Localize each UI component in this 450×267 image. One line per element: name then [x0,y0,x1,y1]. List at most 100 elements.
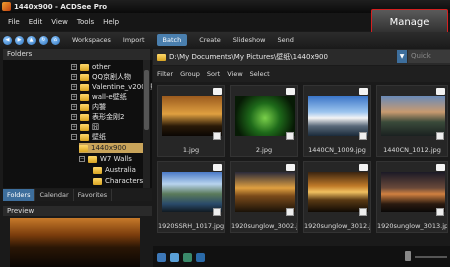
image-type-icon [436,164,445,171]
refresh-icon[interactable]: ↻ [39,35,48,45]
path-field[interactable]: D:\My Documents\My Pictures\壁纸\1440x900 [169,52,328,62]
expand-icon[interactable]: + [71,124,77,130]
slideshow-menu[interactable]: Slideshow [233,36,266,44]
tab-calendar[interactable]: Calendar [35,189,74,201]
workspaces-menu[interactable]: Workspaces [72,36,111,44]
tab-favorites[interactable]: Favorites [74,189,113,201]
forward-icon[interactable]: ▶ [15,35,24,45]
select-checkbox[interactable] [359,132,367,140]
file-thumbnail[interactable]: 1.jpg [157,85,225,157]
file-name: 1920sunglow_3013.jpg [377,222,447,230]
tree-item-label: W7 Walls [100,155,132,163]
folder-icon [80,83,89,91]
create-menu[interactable]: Create [199,36,221,44]
expand-icon[interactable]: + [71,104,77,110]
tree-item[interactable]: + 内饕 [71,102,106,112]
folder-icon [157,53,166,61]
collapse-icon[interactable]: − [71,134,77,140]
tree-item[interactable]: Characters [93,176,143,186]
file-thumbnail[interactable]: 1920SSRH_1017.jpg [157,161,225,233]
quick-search-input[interactable]: Quick Searc [408,50,450,73]
tree-scroll-thumb[interactable] [144,70,149,130]
tree-item[interactable]: − W7 Walls [79,154,132,164]
path-dropdown-icon[interactable]: ▼ [397,50,407,63]
expand-icon[interactable]: + [71,74,77,80]
menu-file[interactable]: File [8,18,20,26]
preview-panel-title: Preview [3,206,152,216]
status-bar [153,246,450,267]
file-thumbnail[interactable]: 2.jpg [230,85,298,157]
thumbnail-image [381,172,445,212]
folder-icon [79,144,88,152]
folder-icon [93,166,102,174]
select-checkbox[interactable] [359,208,367,216]
menu-help[interactable]: Help [103,18,119,26]
image-type-icon [436,88,445,95]
tree-item-label: wall-e壁纸 [92,93,127,101]
image-type-icon [286,88,295,95]
select-menu[interactable]: Select [250,70,270,78]
menu-view[interactable]: View [51,18,68,26]
view-menu[interactable]: View [227,70,242,78]
file-thumbnail[interactable]: 1920sunglow_3002.jpg [230,161,298,233]
folder-icon [80,93,89,101]
tree-item[interactable]: Australia [93,165,136,175]
tree-item-label: other [92,63,111,71]
select-checkbox[interactable] [213,132,221,140]
menu-tools[interactable]: Tools [77,18,94,26]
tree-item-label: Characters [105,177,144,185]
file-name: 1920sunglow_3002.jpg [231,222,297,230]
file-thumbnail[interactable]: 1920sunglow_3013.jpg [376,161,448,233]
view-mode-icon[interactable] [157,253,166,262]
select-checkbox[interactable] [286,208,294,216]
file-thumbnail[interactable]: 1920sunglow_3012.jpg [303,161,371,233]
menu-edit[interactable]: Edit [29,18,43,26]
file-name: 1440CN_1012.jpg [383,146,441,154]
file-name: 1920sunglow_3012.jpg [304,222,370,230]
sort-menu[interactable]: Sort [207,70,220,78]
thumbnail-image [162,96,222,136]
zoom-slider[interactable] [415,256,447,258]
batch-menu[interactable]: Batch [156,34,188,46]
upload-icon[interactable] [196,253,205,262]
select-checkbox[interactable] [436,132,444,140]
file-thumbnail[interactable]: 1440CN_1012.jpg [376,85,448,157]
tree-item[interactable]: + 表形金刚2 [71,112,124,122]
tree-item[interactable]: + wall-e壁纸 [71,92,127,102]
tree-item[interactable]: + other [71,62,111,72]
group-menu[interactable]: Group [180,70,200,78]
select-checkbox[interactable] [286,132,294,140]
expand-icon[interactable]: + [71,114,77,120]
folder-icon [80,123,89,131]
tree-item-selected[interactable]: 1440x900 [79,143,143,153]
home-icon[interactable]: ⌂ [51,35,60,45]
collapse-icon[interactable]: − [79,156,85,162]
expand-icon[interactable]: + [71,64,77,70]
select-checkbox[interactable] [436,208,444,216]
tree-item-label: QQ京剧人物 [92,73,132,81]
tree-item[interactable]: + QQ京剧人物 [71,72,131,82]
import-menu[interactable]: Import [123,36,145,44]
share-icon[interactable] [183,253,192,262]
up-icon[interactable]: ▲ [27,35,36,45]
file-grid: 1.jpg 2.jpg 1440CN_1009.jpg 1440CN_1012.… [153,83,450,245]
file-name: 2.jpg [255,146,273,154]
folder-icon [80,133,89,141]
tab-folders[interactable]: Folders [3,189,36,201]
file-thumbnail[interactable]: 1440CN_1009.jpg [303,85,371,157]
image-type-icon [359,164,368,171]
tree-item-label: 内饕 [92,103,106,111]
filter-menu[interactable]: Filter [157,70,173,78]
thumbnail-image [235,172,295,212]
back-icon[interactable]: ◀ [3,35,12,45]
tree-item[interactable]: + Valentine_v2009影 [71,82,152,92]
zoom-slider-thumb[interactable] [405,251,411,261]
select-checkbox[interactable] [213,208,221,216]
send-menu[interactable]: Send [277,36,293,44]
expand-icon[interactable]: + [71,94,77,100]
expand-icon[interactable]: + [71,84,77,90]
tree-item[interactable]: − 壁纸 [71,132,106,142]
file-name: 1440CN_1009.jpg [308,146,366,154]
tree-item[interactable]: + 囧 [71,122,99,132]
sync-icon[interactable] [170,253,179,262]
